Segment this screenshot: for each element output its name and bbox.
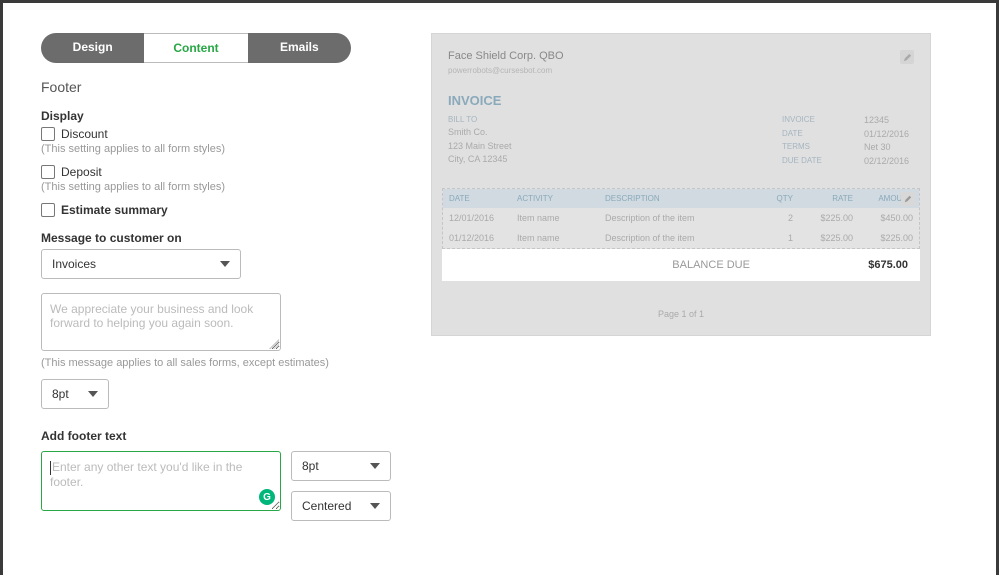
estimate-checkbox[interactable] bbox=[41, 203, 55, 217]
footer-font-select[interactable]: 8pt bbox=[291, 451, 391, 481]
tab-bar: Design Content Emails bbox=[41, 33, 351, 63]
tab-design[interactable]: Design bbox=[41, 33, 144, 63]
preview-email: powerrobots@cursesbot.com bbox=[448, 66, 914, 75]
message-placeholder: We appreciate your business and look for… bbox=[50, 302, 253, 330]
meta-val: Net 30 bbox=[864, 141, 914, 155]
message-textarea[interactable]: We appreciate your business and look for… bbox=[41, 293, 281, 351]
discount-checkbox[interactable] bbox=[41, 127, 55, 141]
table-row: 01/12/2016 Item name Description of the … bbox=[443, 228, 919, 248]
display-heading: Display bbox=[41, 109, 401, 123]
message-font-value: 8pt bbox=[52, 387, 69, 401]
col-qty: QTY bbox=[753, 194, 793, 203]
footer-text-textarea[interactable]: Enter any other text you'd like in the f… bbox=[41, 451, 281, 511]
preview-doc-title: INVOICE bbox=[448, 93, 914, 108]
balance-bar: BALANCE DUE $675.00 bbox=[442, 249, 920, 281]
chevron-down-icon bbox=[370, 503, 380, 509]
message-helper: (This message applies to all sales forms… bbox=[41, 357, 401, 369]
meta-val: 12345 bbox=[864, 114, 914, 128]
bill-to-line: City, CA 12345 bbox=[448, 153, 512, 167]
col-description: DESCRIPTION bbox=[605, 194, 753, 203]
col-activity: ACTIVITY bbox=[517, 194, 605, 203]
grammarly-icon[interactable]: G bbox=[259, 489, 275, 505]
message-form-value: Invoices bbox=[52, 257, 96, 271]
col-date: DATE bbox=[449, 194, 517, 203]
chevron-down-icon bbox=[88, 391, 98, 397]
invoice-preview: Face Shield Corp. QBO powerrobots@curses… bbox=[431, 33, 931, 336]
resize-handle-icon[interactable] bbox=[269, 339, 279, 349]
pencil-icon[interactable] bbox=[900, 50, 914, 64]
meta-key: INVOICE bbox=[782, 114, 832, 128]
pencil-icon[interactable] bbox=[901, 192, 915, 206]
section-title: Footer bbox=[41, 79, 401, 95]
bill-to-label: BILL TO bbox=[448, 114, 512, 126]
meta-val: 01/12/2016 bbox=[864, 128, 914, 142]
tab-content[interactable]: Content bbox=[144, 33, 247, 63]
bill-to-line: 123 Main Street bbox=[448, 140, 512, 154]
table-row: 12/01/2016 Item name Description of the … bbox=[443, 208, 919, 228]
balance-label: BALANCE DUE bbox=[454, 259, 868, 271]
footer-align-value: Centered bbox=[302, 499, 351, 513]
preview-company: Face Shield Corp. QBO bbox=[448, 50, 564, 62]
meta-key: DUE DATE bbox=[782, 155, 832, 169]
message-font-select[interactable]: 8pt bbox=[41, 379, 109, 409]
message-form-select[interactable]: Invoices bbox=[41, 249, 241, 279]
footer-text-placeholder: Enter any other text you'd like in the f… bbox=[50, 460, 242, 489]
estimate-label: Estimate summary bbox=[61, 203, 168, 217]
col-rate: RATE bbox=[793, 194, 853, 203]
deposit-helper: (This setting applies to all form styles… bbox=[41, 181, 401, 193]
meta-val: 02/12/2016 bbox=[864, 155, 914, 169]
page-number: Page 1 of 1 bbox=[442, 309, 920, 319]
deposit-label: Deposit bbox=[61, 165, 102, 179]
footer-text-heading: Add footer text bbox=[41, 429, 401, 443]
footer-align-select[interactable]: Centered bbox=[291, 491, 391, 521]
deposit-checkbox[interactable] bbox=[41, 165, 55, 179]
chevron-down-icon bbox=[220, 261, 230, 267]
preview-table: DATE ACTIVITY DESCRIPTION QTY RATE AMOUN… bbox=[442, 188, 920, 249]
discount-label: Discount bbox=[61, 127, 108, 141]
footer-font-value: 8pt bbox=[302, 459, 319, 473]
bill-to-line: Smith Co. bbox=[448, 126, 512, 140]
discount-helper: (This setting applies to all form styles… bbox=[41, 143, 401, 155]
balance-value: $675.00 bbox=[868, 259, 908, 271]
message-heading: Message to customer on bbox=[41, 231, 401, 245]
meta-key: TERMS bbox=[782, 141, 832, 155]
chevron-down-icon bbox=[370, 463, 380, 469]
meta-key: DATE bbox=[782, 128, 832, 142]
tab-emails[interactable]: Emails bbox=[248, 33, 351, 63]
